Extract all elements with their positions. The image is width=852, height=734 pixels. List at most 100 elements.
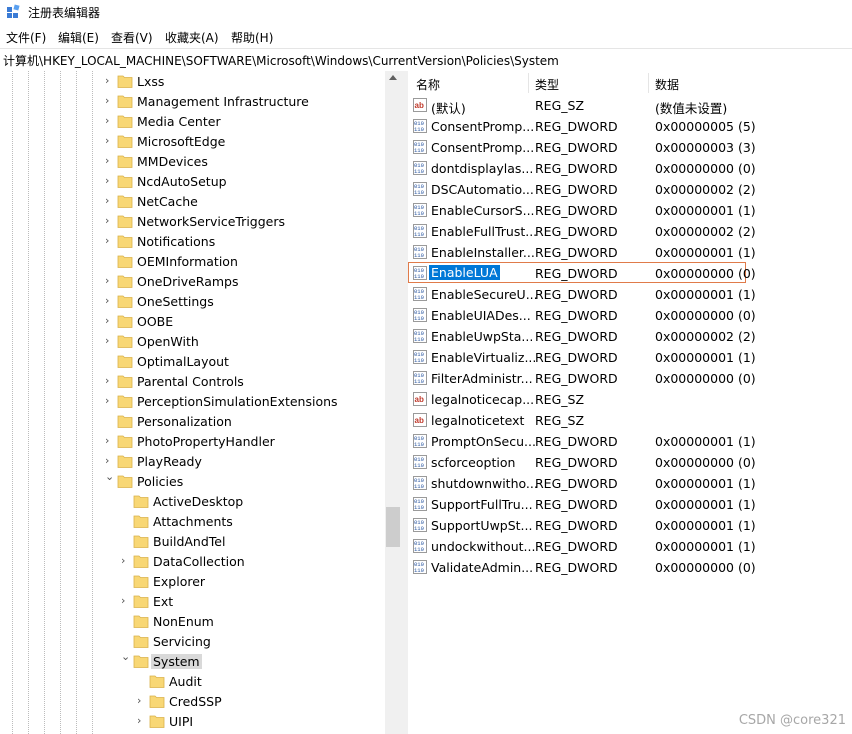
value-row[interactable]: 010 110 EnableUIADes... REG_DWORD 0x00000000… xyxy=(408,305,852,326)
value-row[interactable]: 010 110 EnableVirtualiz... REG_DWORD 0x00000… xyxy=(408,347,852,368)
value-row[interactable]: 010 110 EnableSecureU... REG_DWORD 0x0000000… xyxy=(408,284,852,305)
chevron-right-icon[interactable]: › xyxy=(105,175,115,187)
value-row[interactable]: 010 110 dontdisplaylas... REG_DWORD 0x000000… xyxy=(408,158,852,179)
tree-item[interactable]: › OpenWith xyxy=(0,332,385,352)
tree-item[interactable]: › NcdAutoSetup xyxy=(0,172,385,192)
chevron-right-icon[interactable]: › xyxy=(105,435,115,447)
value-row[interactable]: 010 110 EnableCursorS... REG_DWORD 0x0000000… xyxy=(408,200,852,221)
scroll-up-arrow-icon[interactable] xyxy=(389,75,397,80)
tree-item[interactable]: OptimalLayout xyxy=(0,352,385,372)
chevron-right-icon[interactable]: › xyxy=(105,75,115,87)
value-row[interactable]: 010 110 ConsentPromp... REG_DWORD 0x00000005… xyxy=(408,116,852,137)
tree-item[interactable]: › MicrosoftEdge xyxy=(0,132,385,152)
chevron-right-icon[interactable]: › xyxy=(105,115,115,127)
column-name[interactable]: 名称 xyxy=(416,76,440,93)
tree-scrollbar[interactable] xyxy=(385,71,402,734)
chevron-right-icon[interactable]: › xyxy=(105,215,115,227)
menu-view[interactable]: 查看(V) xyxy=(111,29,153,46)
value-type: REG_DWORD xyxy=(535,161,618,176)
value-name: EnableInstaller... xyxy=(431,245,535,260)
column-type[interactable]: 类型 xyxy=(535,76,559,93)
tree-item[interactable]: › OneDriveRamps xyxy=(0,272,385,292)
tree-item[interactable]: › UIPI xyxy=(0,712,385,732)
chevron-right-icon[interactable]: › xyxy=(105,95,115,107)
tree-item[interactable]: › NetworkServiceTriggers xyxy=(0,212,385,232)
tree-item[interactable]: › Lxss xyxy=(0,72,385,92)
chevron-down-icon[interactable]: ⌄ xyxy=(121,651,131,663)
tree-item[interactable]: › NetCache xyxy=(0,192,385,212)
address-path[interactable]: 计算机\HKEY_LOCAL_MACHINE\SOFTWARE\Microsof… xyxy=(3,52,559,69)
tree-item[interactable]: Audit xyxy=(0,672,385,692)
value-row[interactable]: 010 110 FilterAdministr... REG_DWORD 0x00000… xyxy=(408,368,852,389)
chevron-right-icon[interactable]: › xyxy=(105,155,115,167)
key-tree[interactable]: › Lxss › Management Infrastructure › Media Ce… xyxy=(0,71,385,734)
tree-item[interactable]: Personalization xyxy=(0,412,385,432)
tree-item[interactable]: BuildAndTel xyxy=(0,532,385,552)
column-data[interactable]: 数据 xyxy=(655,76,679,93)
tree-item[interactable]: › DataCollection xyxy=(0,552,385,572)
tree-item[interactable]: Explorer xyxy=(0,572,385,592)
value-row[interactable]: ab legalnoticecap... REG_SZ xyxy=(408,389,852,410)
menu-favorites[interactable]: 收藏夹(A) xyxy=(165,29,219,46)
tree-item[interactable]: OEMInformation xyxy=(0,252,385,272)
menu-edit[interactable]: 编辑(E) xyxy=(58,29,99,46)
tree-item[interactable]: ActiveDesktop xyxy=(0,492,385,512)
chevron-right-icon[interactable]: › xyxy=(105,235,115,247)
tree-item[interactable]: ⌄ System xyxy=(0,651,385,672)
address-bar[interactable]: 计算机\HKEY_LOCAL_MACHINE\SOFTWARE\Microsof… xyxy=(0,48,852,72)
menu-help[interactable]: 帮助(H) xyxy=(231,29,273,46)
value-row[interactable]: 010 110 shutdownwitho... REG_DWORD 0x0000000… xyxy=(408,473,852,494)
value-row[interactable]: 010 110 SupportFullTru... REG_DWORD 0x000000… xyxy=(408,494,852,515)
tree-item[interactable]: Attachments xyxy=(0,512,385,532)
value-row[interactable]: 010 110 EnableUwpSta... REG_DWORD 0x00000002… xyxy=(408,326,852,347)
chevron-right-icon[interactable]: › xyxy=(105,195,115,207)
tree-item[interactable]: Servicing xyxy=(0,632,385,652)
tree-item[interactable]: › Media Center xyxy=(0,112,385,132)
tree-item[interactable]: › Ext xyxy=(0,592,385,612)
tree-item[interactable]: › Notifications xyxy=(0,232,385,252)
tree-item[interactable]: › OneSettings xyxy=(0,292,385,312)
value-row[interactable]: 010 110 ConsentPromp... REG_DWORD 0x00000003… xyxy=(408,137,852,158)
column-separator[interactable] xyxy=(648,73,649,93)
value-data: 0x00000000 (0) xyxy=(655,455,756,470)
tree-item[interactable]: › MMDevices xyxy=(0,152,385,172)
chevron-right-icon[interactable]: › xyxy=(105,295,115,307)
chevron-down-icon[interactable]: ⌄ xyxy=(105,471,115,483)
tree-item[interactable]: › Management Infrastructure xyxy=(0,92,385,112)
chevron-right-icon[interactable]: › xyxy=(105,455,115,467)
value-row[interactable]: 010 110 scforceoption REG_DWORD 0x00000000 (… xyxy=(408,452,852,473)
value-row[interactable]: ab legalnoticetext REG_SZ xyxy=(408,410,852,431)
value-row[interactable]: 010 110 PromptOnSecu... REG_DWORD 0x00000001… xyxy=(408,431,852,452)
tree-item[interactable]: › Parental Controls xyxy=(0,372,385,392)
folder-icon xyxy=(117,295,133,308)
value-row[interactable]: ab (默认) REG_SZ (数值未设置) xyxy=(408,95,852,116)
value-row[interactable]: 010 110 SupportUwpSt... REG_DWORD 0x00000001… xyxy=(408,515,852,536)
chevron-right-icon[interactable]: › xyxy=(105,275,115,287)
tree-item[interactable]: › PerceptionSimulationExtensions xyxy=(0,392,385,412)
tree-item[interactable]: NonEnum xyxy=(0,612,385,632)
chevron-right-icon[interactable]: › xyxy=(105,375,115,387)
value-row[interactable]: 010 110 EnableLUA REG_DWORD 0x00000000 (0) xyxy=(408,262,852,284)
chevron-right-icon[interactable]: › xyxy=(121,555,131,567)
chevron-right-icon[interactable]: › xyxy=(121,595,131,607)
value-row[interactable]: 010 110 ValidateAdmin... REG_DWORD 0x0000000… xyxy=(408,557,852,578)
tree-item[interactable]: › PhotoPropertyHandler xyxy=(0,432,385,452)
chevron-right-icon[interactable]: › xyxy=(137,695,147,707)
tree-item[interactable]: › CredSSP xyxy=(0,692,385,712)
value-row[interactable]: 010 110 EnableFullTrust... REG_DWORD 0x00000… xyxy=(408,221,852,242)
column-separator[interactable] xyxy=(528,73,529,93)
chevron-right-icon[interactable]: › xyxy=(105,135,115,147)
tree-item[interactable]: › PlayReady xyxy=(0,452,385,472)
value-row[interactable]: 010 110 undockwithout... REG_DWORD 0x0000000… xyxy=(408,536,852,557)
value-row[interactable]: 010 110 DSCAutomatio... REG_DWORD 0x00000002… xyxy=(408,179,852,200)
value-row[interactable]: 010 110 EnableInstaller... REG_DWORD 0x00000… xyxy=(408,242,852,263)
chevron-right-icon[interactable]: › xyxy=(137,715,147,727)
tree-item[interactable]: ⌄ Policies xyxy=(0,471,385,492)
tree-item[interactable]: › OOBE xyxy=(0,312,385,332)
values-list[interactable]: 名称 类型 数据 ab (默认) REG_SZ (数值未设置) 010 110 Consen… xyxy=(408,71,852,734)
menu-file[interactable]: 文件(F) xyxy=(6,29,46,46)
scroll-thumb[interactable] xyxy=(386,507,400,547)
chevron-right-icon[interactable]: › xyxy=(105,395,115,407)
chevron-right-icon[interactable]: › xyxy=(105,335,115,347)
chevron-right-icon[interactable]: › xyxy=(105,315,115,327)
